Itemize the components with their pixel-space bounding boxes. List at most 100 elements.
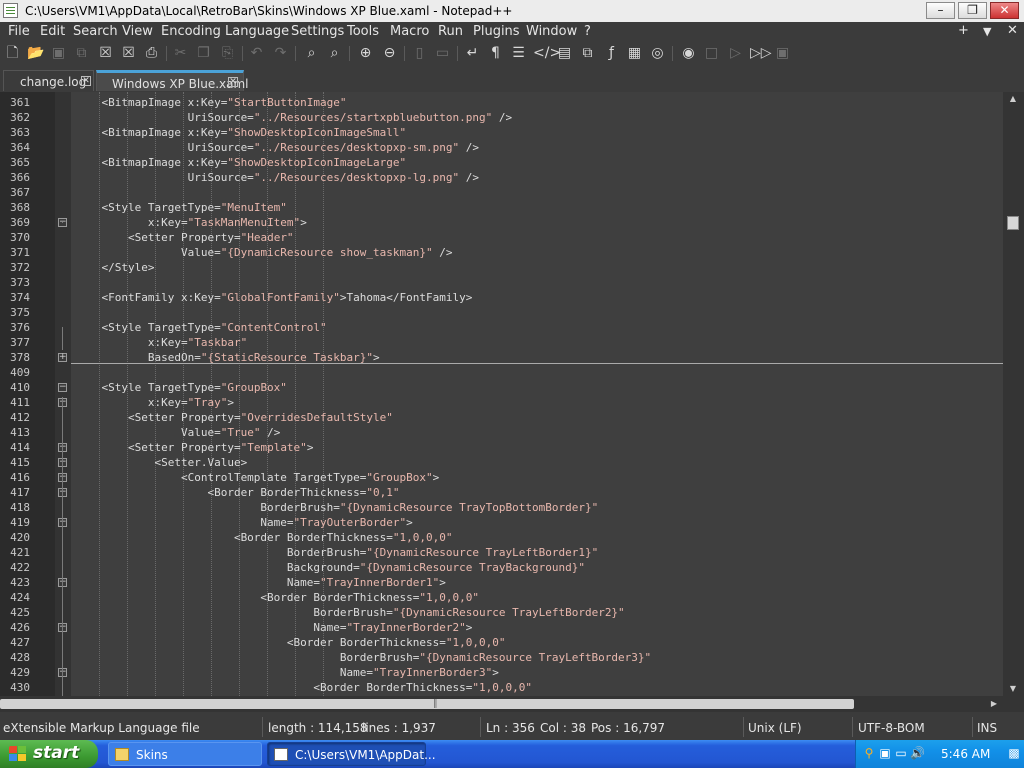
new-tab-plus-icon[interactable]: +	[958, 23, 969, 38]
network-tray-icon[interactable]: ▣	[878, 746, 892, 760]
print-icon[interactable]: ⎙	[143, 45, 160, 62]
all-chars-icon[interactable]: ¶	[487, 45, 504, 62]
code-line[interactable]: Value="True" />	[75, 425, 280, 440]
vertical-scrollbar[interactable]: ▲ ▼	[1003, 92, 1024, 696]
status-insert-mode[interactable]: INS	[977, 721, 997, 735]
play-macro-icon[interactable]: ▷	[727, 45, 744, 62]
minimize-button[interactable]: –	[926, 2, 955, 19]
code-line[interactable]: x:Key="TaskManMenuItem">	[75, 215, 307, 230]
code-line[interactable]: UriSource="../Resources/desktopxp-sm.png…	[75, 140, 479, 155]
code-line[interactable]: Name="TrayInnerBorder1">	[75, 575, 446, 590]
menu-tools[interactable]: Tools	[347, 24, 379, 39]
code-line[interactable]: <Style TargetType="GroupBox"	[75, 380, 286, 395]
close-button[interactable]: ✕	[990, 2, 1019, 19]
run-macro-multiple-icon[interactable]: ▷▷	[750, 45, 772, 62]
status-eol[interactable]: Unix (LF)	[748, 721, 802, 735]
tab-windows-xp-blue-xaml[interactable]: Windows XP Blue.xaml ✕	[96, 70, 249, 91]
doc-map-icon[interactable]: ▤	[556, 45, 573, 62]
scroll-right-icon[interactable]: ▶	[989, 699, 999, 709]
line-number-margin[interactable]: 361 362 363 364 365 366 367 368 369 370 371 372 373 3…	[0, 92, 55, 696]
find-icon[interactable]: ⌕	[303, 45, 320, 62]
code-line[interactable]: <BitmapImage x:Key="ShowDesktopIconImage…	[75, 125, 406, 140]
undo-icon[interactable]: ↶	[248, 45, 265, 62]
start-button[interactable]: start	[0, 740, 98, 768]
menu-view[interactable]: View	[122, 24, 153, 39]
indent-guide-icon[interactable]: ☰	[510, 45, 527, 62]
save-icon[interactable]: ▣	[50, 45, 67, 62]
close-icon[interactable]: ☒	[97, 45, 114, 62]
tab-change-log[interactable]: change.log ✕	[3, 70, 94, 91]
record-macro-icon[interactable]: ◉	[680, 45, 697, 62]
code-line[interactable]: BorderBrush="{DynamicResource TrayLeftBo…	[75, 650, 651, 665]
code-line[interactable]: <Border BorderThickness="1,0,0,0"	[75, 635, 506, 650]
vertical-scroll-thumb[interactable]	[1007, 216, 1019, 230]
monitoring-icon[interactable]: ◎	[649, 45, 666, 62]
code-line[interactable]: <Border BorderThickness="1,0,0,0"	[75, 680, 532, 695]
menu-settings[interactable]: Settings	[291, 24, 344, 39]
code-line[interactable]: </Style>	[75, 260, 154, 275]
function-list-icon[interactable]: ƒ	[603, 45, 620, 62]
code-area[interactable]: <BitmapImage x:Key="StartButtonImage" Ur…	[71, 92, 1003, 696]
code-line[interactable]: <Setter Property="Template">	[75, 440, 313, 455]
word-wrap-icon[interactable]: ↵	[464, 45, 481, 62]
tab-close-icon[interactable]: ✕	[81, 76, 91, 86]
sync-h-icon[interactable]: ▭	[434, 45, 451, 62]
display-tray-icon[interactable]: ▭	[894, 746, 908, 760]
menu-edit[interactable]: Edit	[40, 24, 65, 39]
menu-plugins[interactable]: Plugins	[473, 24, 520, 39]
taskbar-item-notepadpp[interactable]: C:\Users\VM1\AppDat...	[267, 742, 436, 766]
folder-workspace-icon[interactable]: ▦	[626, 45, 643, 62]
code-line[interactable]: x:Key="Tray">	[75, 395, 234, 410]
code-line[interactable]: <Border BorderThickness="0,1"	[75, 485, 399, 500]
zoom-out-icon[interactable]: ⊖	[381, 45, 398, 62]
fold-margin[interactable]	[55, 92, 71, 696]
code-line[interactable]: UriSource="../Resources/startxpbluebutto…	[75, 110, 513, 125]
code-line[interactable]: <BitmapImage x:Key="StartButtonImage"	[75, 95, 346, 110]
cut-icon[interactable]: ✂	[172, 45, 189, 62]
clone-icon[interactable]: ⧉	[579, 45, 596, 62]
code-line[interactable]: <Border BorderThickness="1,0,0,0"	[75, 530, 453, 545]
action-center-icon[interactable]: ▩	[1007, 746, 1021, 760]
redo-icon[interactable]: ↷	[272, 45, 289, 62]
fold-collapse-icon[interactable]: −	[58, 383, 67, 392]
clock[interactable]: 5:46 AM	[941, 747, 990, 761]
code-line[interactable]: Name="TrayOuterBorder">	[75, 515, 412, 530]
taskbar-item-skins[interactable]: Skins	[108, 742, 262, 766]
title-bar[interactable]: C:\Users\VM1\AppData\Local\RetroBar\Skin…	[0, 0, 1024, 22]
close-document-icon[interactable]: ✕	[1007, 23, 1018, 38]
code-line[interactable]: <Style TargetType="ContentControl"	[75, 320, 326, 335]
menu-search[interactable]: Search	[73, 24, 118, 39]
code-line[interactable]: <FontFamily x:Key="GlobalFontFamily">Tah…	[75, 290, 472, 305]
code-line[interactable]: Value="{DynamicResource show_taskman}" /…	[75, 245, 453, 260]
menu-run[interactable]: Run	[438, 24, 463, 39]
paste-icon[interactable]: ⎘	[219, 45, 236, 62]
tab-close-icon[interactable]: ✕	[228, 77, 238, 87]
code-line[interactable]: <Setter Property="OverridesDefaultStyle"	[75, 410, 393, 425]
horizontal-scrollbar[interactable]: ‖ ▶	[0, 696, 1003, 712]
status-encoding[interactable]: UTF-8-BOM	[858, 721, 925, 735]
code-line[interactable]: <Border BorderThickness="1,0,0,0"	[75, 590, 479, 605]
new-file-icon[interactable]: 🗋	[4, 45, 21, 62]
save-macro-icon[interactable]: ▣	[774, 45, 791, 62]
stop-record-icon[interactable]: □	[703, 45, 720, 62]
code-line[interactable]: <ControlTemplate TargetType="GroupBox">	[75, 470, 439, 485]
horizontal-scroll-thumb[interactable]	[0, 699, 854, 709]
scroll-down-icon[interactable]: ▼	[1007, 684, 1019, 694]
menu-help[interactable]: ?	[584, 24, 591, 39]
code-line[interactable]: UriSource="../Resources/desktopxp-lg.png…	[75, 170, 479, 185]
search-tray-icon[interactable]: ⚲	[862, 746, 876, 760]
open-file-icon[interactable]: 📂	[27, 45, 44, 62]
menu-encoding[interactable]: Encoding	[161, 24, 221, 39]
editor-pane[interactable]: 361 362 363 364 365 366 367 368 369 370 371 372 373 3…	[0, 92, 1024, 696]
close-all-icon[interactable]: ☒	[120, 45, 137, 62]
sync-v-icon[interactable]: ▯	[411, 45, 428, 62]
menu-language[interactable]: Language	[225, 24, 289, 39]
code-line[interactable]: Background="{DynamicResource TrayBackgro…	[75, 560, 585, 575]
menu-macro[interactable]: Macro	[390, 24, 429, 39]
code-line[interactable]: BorderBrush="{DynamicResource TrayTopBot…	[75, 500, 598, 515]
code-line[interactable]: Name="TrayInnerBorder3">	[75, 665, 499, 680]
notepadpp-app-icon[interactable]	[3, 3, 18, 18]
zoom-in-icon[interactable]: ⊕	[357, 45, 374, 62]
code-line[interactable]: <Setter Property="Header"	[75, 230, 294, 245]
code-line[interactable]: BorderBrush="{DynamicResource TrayLeftBo…	[75, 545, 598, 560]
